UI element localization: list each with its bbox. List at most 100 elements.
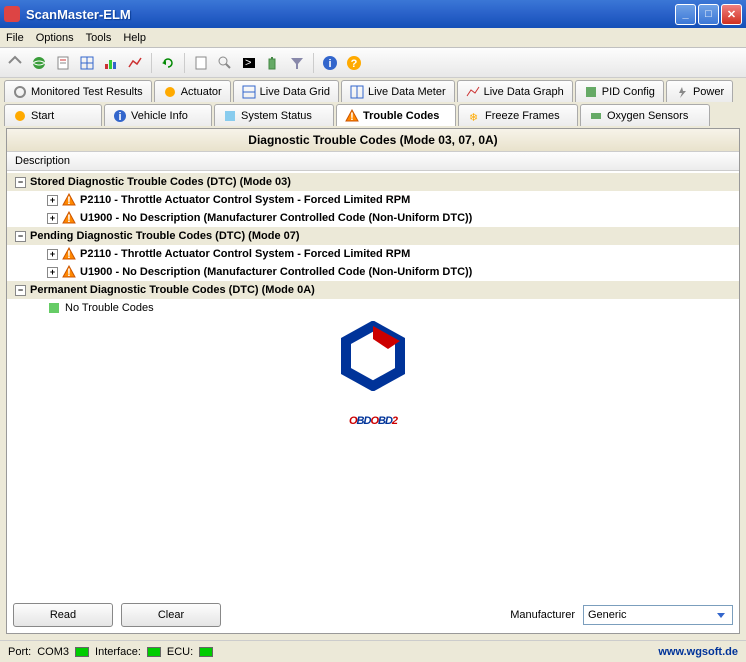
status-ecu-label: ECU: xyxy=(167,646,193,658)
svg-text:!: ! xyxy=(67,249,71,261)
svg-text:i: i xyxy=(328,58,331,70)
warning-icon: ! xyxy=(62,247,76,261)
tab-monitored-results[interactable]: Monitored Test Results xyxy=(4,80,152,102)
maximize-button[interactable]: □ xyxy=(698,4,719,25)
menu-options[interactable]: Options xyxy=(36,32,74,44)
close-button[interactable]: ✕ xyxy=(721,4,742,25)
watermark-logo: OBDOBD2 xyxy=(338,321,408,432)
tree-item[interactable]: +!U1900 - No Description (Manufacturer C… xyxy=(7,263,739,281)
warning-icon: ! xyxy=(62,211,76,225)
tab-oxygen-sensors[interactable]: Oxygen Sensors xyxy=(580,104,710,126)
tab-actuator[interactable]: Actuator xyxy=(154,80,231,102)
tool-battery-icon[interactable] xyxy=(262,52,284,74)
collapse-icon[interactable]: − xyxy=(15,177,26,188)
svg-text:!: ! xyxy=(67,195,71,207)
column-description: Description xyxy=(7,152,739,171)
panel-bottom-bar: Read Clear Manufacturer Generic xyxy=(13,603,733,627)
tool-help-icon[interactable]: ? xyxy=(343,52,365,74)
power-icon xyxy=(675,85,689,99)
tab-power[interactable]: Power xyxy=(666,80,733,102)
config-icon xyxy=(584,85,598,99)
menu-file[interactable]: File xyxy=(6,32,24,44)
warning-icon: ! xyxy=(345,109,359,123)
meter-icon xyxy=(350,85,364,99)
graph-icon xyxy=(466,85,480,99)
collapse-icon[interactable]: − xyxy=(15,231,26,242)
info-icon: i xyxy=(113,109,127,123)
status-port-value: COM3 xyxy=(37,646,69,658)
menu-bar: File Options Tools Help xyxy=(0,28,746,48)
menu-tools[interactable]: Tools xyxy=(86,32,112,44)
expand-icon[interactable]: + xyxy=(47,249,58,260)
tab-live-grid[interactable]: Live Data Grid xyxy=(233,80,339,102)
tab-trouble-codes[interactable]: !Trouble Codes xyxy=(336,104,456,126)
actuator-icon xyxy=(163,85,177,99)
svg-text:!: ! xyxy=(67,213,71,225)
clear-button[interactable]: Clear xyxy=(121,603,221,627)
tool-refresh-icon[interactable] xyxy=(157,52,179,74)
tool-terminal-icon[interactable]: > xyxy=(238,52,260,74)
ok-icon xyxy=(47,301,61,315)
warning-icon: ! xyxy=(62,193,76,207)
svg-text:!: ! xyxy=(67,267,71,279)
chevron-down-icon xyxy=(714,608,728,622)
expand-icon[interactable]: + xyxy=(47,195,58,206)
tab-vehicle-info[interactable]: iVehicle Info xyxy=(104,104,212,126)
tree-item[interactable]: +!P2110 - Throttle Actuator Control Syst… xyxy=(7,245,739,263)
tree-item-empty: No Trouble Codes xyxy=(7,299,739,317)
read-button[interactable]: Read xyxy=(13,603,113,627)
tool-filter-icon[interactable] xyxy=(286,52,308,74)
tab-live-graph[interactable]: Live Data Graph xyxy=(457,80,573,102)
manufacturer-label: Manufacturer xyxy=(510,609,575,621)
tab-system-status[interactable]: System Status xyxy=(214,104,334,126)
svg-text:❄: ❄ xyxy=(469,112,478,123)
ecu-led-icon xyxy=(199,647,213,657)
toolbar: > i ? xyxy=(0,48,746,78)
tabs-area: Monitored Test Results Actuator Live Dat… xyxy=(0,78,746,126)
tab-start[interactable]: Start xyxy=(4,104,102,126)
window-title: ScanMaster-ELM xyxy=(26,7,675,22)
app-icon xyxy=(4,6,20,22)
svg-text:!: ! xyxy=(350,111,354,123)
tool-search-icon[interactable] xyxy=(214,52,236,74)
tree-group-permanent[interactable]: −Permanent Diagnostic Trouble Codes (DTC… xyxy=(7,281,739,299)
tool-connect-icon[interactable] xyxy=(4,52,26,74)
status-port-label: Port: xyxy=(8,646,31,658)
snowflake-icon: ❄ xyxy=(467,109,481,123)
vendor-link[interactable]: www.wgsoft.de xyxy=(658,646,738,658)
tree-group-pending[interactable]: −Pending Diagnostic Trouble Codes (DTC) … xyxy=(7,227,739,245)
panel-header: Diagnostic Trouble Codes (Mode 03, 07, 0… xyxy=(7,129,739,152)
tree-item[interactable]: +!P2110 - Throttle Actuator Control Syst… xyxy=(7,191,739,209)
port-led-icon xyxy=(75,647,89,657)
content-panel: Diagnostic Trouble Codes (Mode 03, 07, 0… xyxy=(6,128,740,634)
collapse-icon[interactable]: − xyxy=(15,285,26,296)
grid-icon xyxy=(242,85,256,99)
tool-doc-icon[interactable] xyxy=(190,52,212,74)
tree-group-stored[interactable]: −Stored Diagnostic Trouble Codes (DTC) (… xyxy=(7,173,739,191)
tab-freeze-frames[interactable]: ❄Freeze Frames xyxy=(458,104,578,126)
status-bar: Port: COM3 Interface: ECU: www.wgsoft.de xyxy=(0,640,746,662)
gear-icon xyxy=(13,85,27,99)
tree-item[interactable]: +!U1900 - No Description (Manufacturer C… xyxy=(7,209,739,227)
warning-icon: ! xyxy=(62,265,76,279)
tool-info-icon[interactable]: i xyxy=(319,52,341,74)
sensor-icon xyxy=(589,109,603,123)
tab-live-meter[interactable]: Live Data Meter xyxy=(341,80,455,102)
tab-pid-config[interactable]: PID Config xyxy=(575,80,664,102)
tool-grid-icon[interactable] xyxy=(76,52,98,74)
tool-globe-icon[interactable] xyxy=(28,52,50,74)
interface-led-icon xyxy=(147,647,161,657)
svg-text:?: ? xyxy=(351,58,358,70)
tool-graph-icon[interactable] xyxy=(124,52,146,74)
minimize-button[interactable]: _ xyxy=(675,4,696,25)
svg-text:i: i xyxy=(118,111,121,123)
dtc-tree[interactable]: −Stored Diagnostic Trouble Codes (DTC) (… xyxy=(7,171,739,319)
status-icon xyxy=(223,109,237,123)
tool-chart-icon[interactable] xyxy=(100,52,122,74)
tool-report-icon[interactable] xyxy=(52,52,74,74)
expand-icon[interactable]: + xyxy=(47,213,58,224)
expand-icon[interactable]: + xyxy=(47,267,58,278)
menu-help[interactable]: Help xyxy=(123,32,146,44)
window-titlebar: ScanMaster-ELM _ □ ✕ xyxy=(0,0,746,28)
manufacturer-select[interactable]: Generic xyxy=(583,605,733,625)
